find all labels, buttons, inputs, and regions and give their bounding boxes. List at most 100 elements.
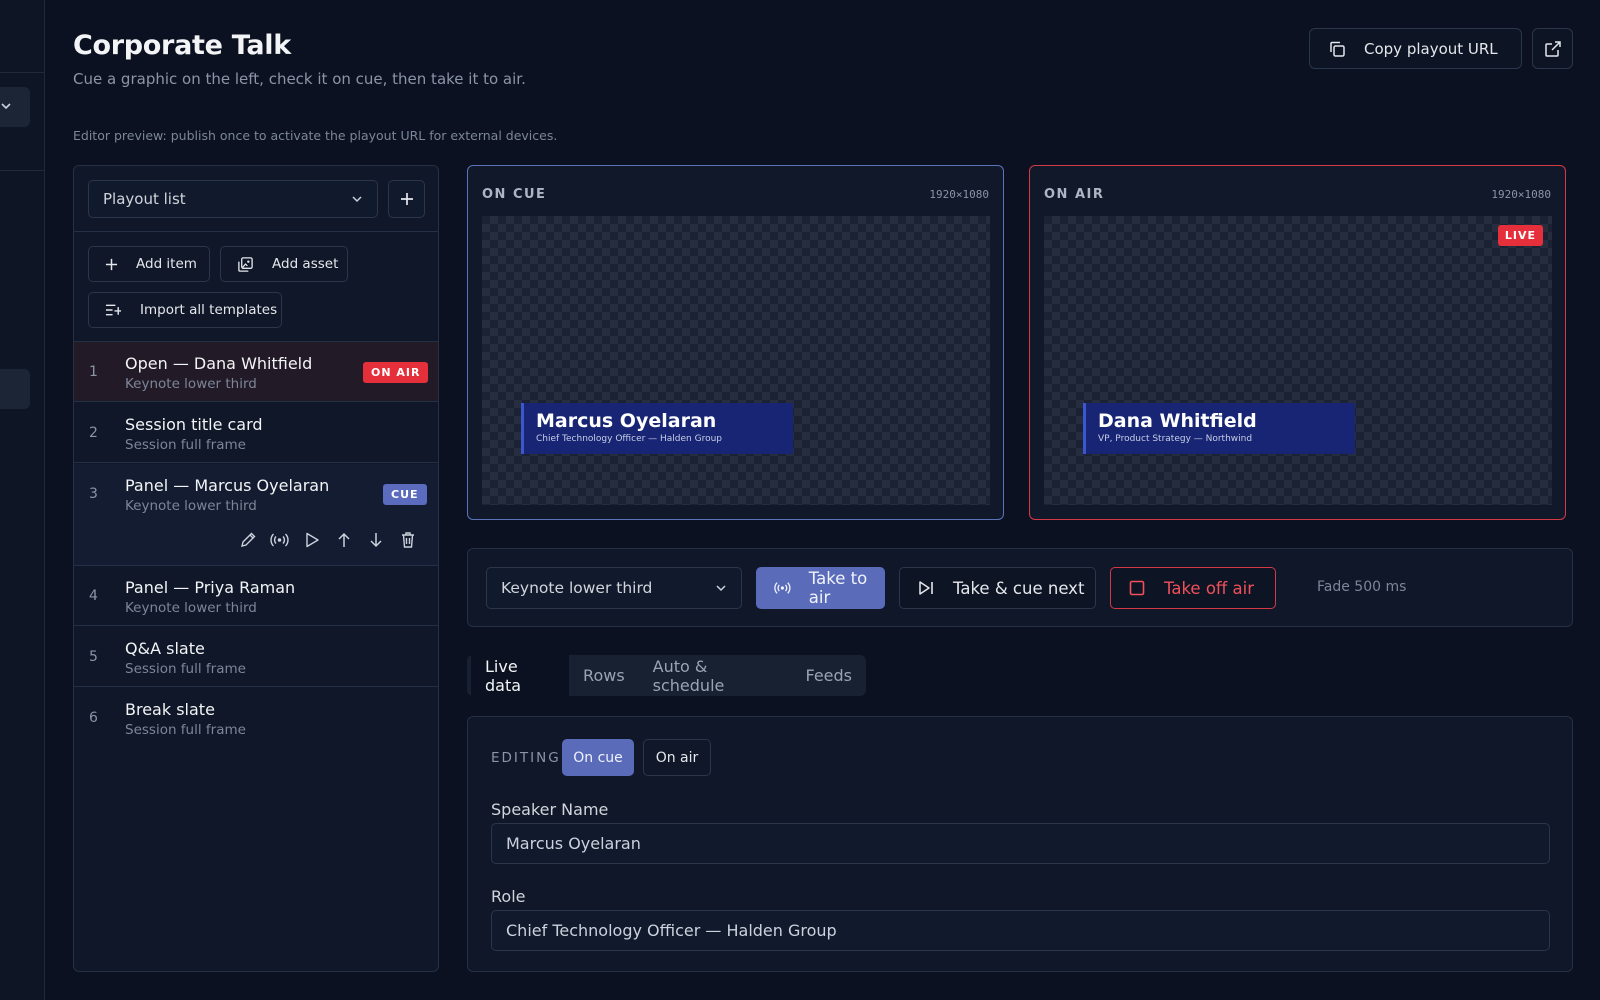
add-item-label: Add item <box>136 256 197 272</box>
plus-icon <box>400 193 413 205</box>
on-cue-label: ON CUE <box>482 187 547 202</box>
broadcast-icon[interactable] <box>270 530 289 549</box>
lower-third-role: Chief Technology Officer — Halden Group <box>536 434 723 444</box>
on-air-badge: ON AIR <box>363 362 429 383</box>
tab-live-data[interactable]: Live data <box>471 649 570 702</box>
item-name: Break slate <box>125 700 215 719</box>
take-and-cue-next-button[interactable]: Take & cue next <box>899 567 1096 609</box>
on-cue-canvas: Marcus Oyelaran Chief Technology Officer… <box>482 216 990 505</box>
transport-bar: Keynote lower third Take to air Take & c… <box>467 548 1573 627</box>
copy-playout-url-button[interactable]: Copy playout URL <box>1309 28 1522 69</box>
tab-bar: Live data Rows Auto & schedule Feeds <box>467 649 866 702</box>
on-cue-resolution: 1920×1080 <box>929 188 989 201</box>
rail-nav-item-active[interactable] <box>0 369 30 409</box>
item-number: 1 <box>89 364 98 380</box>
on-air-label: ON AIR <box>1044 187 1105 202</box>
speaker-name-label: Speaker Name <box>491 800 609 819</box>
tab-auto-schedule[interactable]: Auto & schedule <box>639 650 792 702</box>
item-name: Open — Dana Whitfield <box>125 354 313 373</box>
on-cue-lower-third: Marcus Oyelaran Chief Technology Officer… <box>521 403 793 454</box>
item-actions <box>238 530 417 549</box>
playout-panel: Playout list Add item Add asset Import a… <box>73 165 439 972</box>
item-template: Session full frame <box>125 661 246 677</box>
playout-item-6[interactable]: 6 Break slate Session full frame <box>74 688 438 748</box>
playout-list-select-value: Playout list <box>103 190 186 208</box>
open-external-button[interactable] <box>1532 28 1573 69</box>
playout-item-1[interactable]: 1 Open — Dana Whitfield Keynote lower th… <box>74 342 438 402</box>
editing-on-cue-toggle[interactable]: On cue <box>562 739 634 776</box>
playout-item-3[interactable]: 3 Panel — Marcus Oyelaran Keynote lower … <box>74 464 438 566</box>
item-number: 5 <box>89 649 98 665</box>
on-cue-monitor: ON CUE 1920×1080 Marcus Oyelaran Chief T… <box>467 165 1004 520</box>
on-air-lower-third: Dana Whitfield VP, Product Strategy — No… <box>1083 403 1355 454</box>
item-template: Keynote lower third <box>125 376 257 392</box>
add-asset-button[interactable]: Add asset <box>220 246 348 282</box>
item-template: Session full frame <box>125 722 246 738</box>
play-icon[interactable] <box>302 530 321 549</box>
broadcast-icon <box>774 582 791 594</box>
external-link-icon <box>1544 40 1561 57</box>
take-to-air-button[interactable]: Take to air <box>756 567 885 609</box>
fade-duration: Fade 500 ms <box>1317 579 1407 595</box>
chevron-down-icon <box>1 103 11 110</box>
add-asset-label: Add asset <box>272 256 339 272</box>
on-air-canvas: LIVE Dana Whitfield VP, Product Strategy… <box>1044 216 1552 505</box>
rail-divider <box>0 170 44 171</box>
role-input[interactable] <box>491 910 1550 951</box>
playout-item-2[interactable]: 2 Session title card Session full frame <box>74 403 438 463</box>
edit-icon[interactable] <box>238 530 257 549</box>
rail-dropdown-button[interactable] <box>0 87 30 127</box>
add-list-button[interactable] <box>388 180 425 218</box>
plus-icon <box>105 258 118 270</box>
list-import-icon <box>105 304 122 316</box>
item-template: Keynote lower third <box>125 498 257 514</box>
tab-feeds[interactable]: Feeds <box>791 659 866 692</box>
add-item-button[interactable]: Add item <box>88 246 210 282</box>
page-title: Corporate Talk <box>73 30 291 61</box>
take-off-air-label: Take off air <box>1164 578 1255 598</box>
item-template: Keynote lower third <box>125 600 257 616</box>
move-down-icon[interactable] <box>366 530 385 549</box>
skip-forward-icon <box>919 581 933 595</box>
on-air-monitor: ON AIR 1920×1080 LIVE Dana Whitfield VP,… <box>1029 165 1566 520</box>
page-subtitle: Cue a graphic on the left, check it on c… <box>73 70 526 88</box>
editor-preview-note: Editor preview: publish once to activate… <box>73 128 558 143</box>
speaker-name-input[interactable] <box>491 823 1550 864</box>
take-to-air-label: Take to air <box>808 569 868 607</box>
lower-third-name: Marcus Oyelaran <box>536 410 717 432</box>
item-number: 4 <box>89 588 98 604</box>
move-up-icon[interactable] <box>334 530 353 549</box>
item-name: Q&A slate <box>125 639 205 658</box>
template-select[interactable]: Keynote lower third <box>486 567 742 609</box>
rail-divider <box>0 72 44 73</box>
playout-item-4[interactable]: 4 Panel — Priya Raman Keynote lower thir… <box>74 566 438 626</box>
item-number: 6 <box>89 710 98 726</box>
stop-icon <box>1129 580 1145 596</box>
playout-item-5[interactable]: 5 Q&A slate Session full frame <box>74 627 438 687</box>
live-badge: LIVE <box>1497 225 1543 246</box>
template-select-value: Keynote lower third <box>501 579 653 597</box>
take-off-air-button[interactable]: Take off air <box>1110 567 1276 609</box>
item-name: Panel — Priya Raman <box>125 578 296 597</box>
lower-third-role: VP, Product Strategy — Northwind <box>1098 434 1253 444</box>
divider <box>74 231 438 232</box>
item-number: 3 <box>89 486 98 502</box>
item-template: Session full frame <box>125 437 246 453</box>
item-number: 2 <box>89 425 98 441</box>
cue-badge: CUE <box>383 484 427 505</box>
item-name: Panel — Marcus Oyelaran <box>125 476 330 495</box>
playout-list-select[interactable]: Playout list <box>88 180 378 218</box>
role-label: Role <box>491 887 526 906</box>
chevron-down-icon <box>716 585 726 592</box>
copy-icon <box>1330 41 1345 57</box>
tab-rows[interactable]: Rows <box>569 659 639 692</box>
sidebar-rail <box>0 0 45 1000</box>
import-all-templates-button[interactable]: Import all templates <box>88 292 282 328</box>
live-data-editor: EDITING On cue On air Speaker Name Role <box>467 716 1573 972</box>
item-name: Session title card <box>125 415 263 434</box>
lower-third-name: Dana Whitfield <box>1098 410 1257 432</box>
chevron-down-icon <box>352 196 362 203</box>
image-stack-icon <box>238 256 253 272</box>
trash-icon[interactable] <box>398 530 417 549</box>
editing-on-air-toggle[interactable]: On air <box>643 739 711 776</box>
